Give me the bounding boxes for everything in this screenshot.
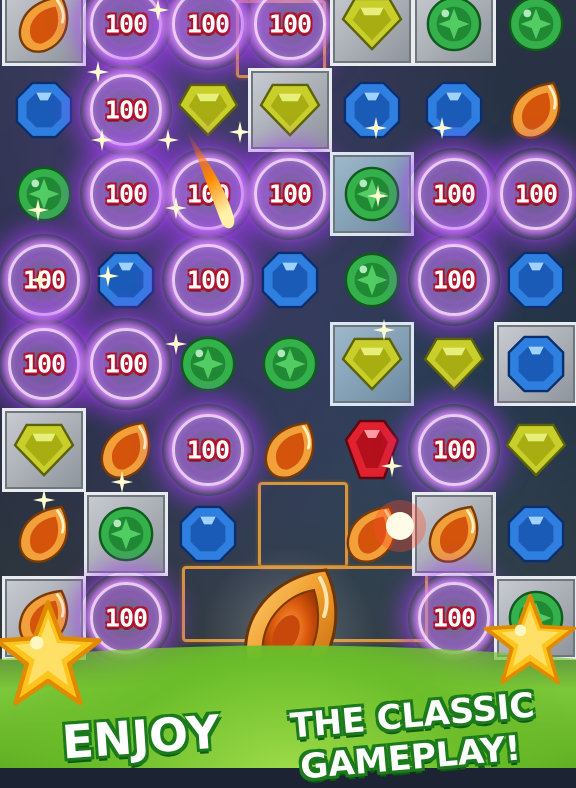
green-round-gem[interactable] <box>425 0 483 53</box>
amber-leaf-gem[interactable] <box>507 79 565 141</box>
blue-octagon-gem[interactable] <box>260 250 320 310</box>
board-cell[interactable] <box>330 0 414 66</box>
yellow-pentagon-gem[interactable] <box>341 336 403 392</box>
board-cell[interactable] <box>84 492 168 576</box>
sparkle-icon <box>157 129 179 151</box>
board-cell[interactable] <box>494 68 576 152</box>
board-cell[interactable] <box>248 68 332 152</box>
amber-leaf-gem[interactable] <box>425 503 483 565</box>
board-cell[interactable] <box>2 408 86 492</box>
board-cell[interactable] <box>2 0 86 66</box>
sparkle-icon <box>381 455 403 477</box>
board-cell[interactable] <box>330 238 414 322</box>
score-popup: 100 <box>432 435 476 465</box>
sparkle-icon <box>29 269 51 291</box>
yellow-pentagon-gem[interactable] <box>341 0 403 52</box>
score-popup: 100 <box>268 179 312 209</box>
sparkle-icon <box>27 199 49 221</box>
blue-octagon-gem[interactable] <box>506 334 566 394</box>
board-cell[interactable] <box>248 238 332 322</box>
amber-leaf-gem[interactable] <box>15 0 73 55</box>
green-round-gem[interactable] <box>179 335 237 393</box>
board-cell[interactable] <box>2 68 86 152</box>
sparkle-icon <box>111 471 133 493</box>
green-round-gem[interactable] <box>97 505 155 563</box>
board-cell[interactable] <box>2 152 86 236</box>
sparkle-icon <box>373 319 395 341</box>
board-cell[interactable] <box>412 322 496 406</box>
score-popup: 100 <box>104 349 148 379</box>
score-popup: 100 <box>432 179 476 209</box>
sparkle-icon <box>97 265 119 287</box>
board-cell[interactable]: 100 <box>162 234 254 326</box>
board-cell[interactable]: 100 <box>408 404 500 496</box>
score-popup: 100 <box>22 349 66 379</box>
score-popup: 100 <box>104 95 148 125</box>
banner-word-enjoy: ENJOY <box>60 704 222 770</box>
sparkle-icon <box>87 61 109 83</box>
sparkle-icon <box>431 117 453 139</box>
board-cell[interactable] <box>248 408 332 492</box>
sparkle-icon <box>365 117 387 139</box>
board-cell[interactable] <box>330 322 414 406</box>
score-popup: 100 <box>186 265 230 295</box>
score-popup: 100 <box>514 179 558 209</box>
yellow-pentagon-gem[interactable] <box>13 422 75 478</box>
green-round-gem[interactable] <box>507 0 565 53</box>
board-cell[interactable]: 100 <box>408 234 500 326</box>
board-cell[interactable] <box>494 408 576 492</box>
sparkle-icon <box>165 333 187 355</box>
board-cell[interactable] <box>330 408 414 492</box>
amber-leaf-gem[interactable] <box>261 419 319 481</box>
score-popup: 100 <box>268 9 312 39</box>
board-cell[interactable]: 100 <box>490 148 576 240</box>
blue-octagon-gem[interactable] <box>506 504 566 564</box>
board-cell[interactable] <box>330 68 414 152</box>
board-cell[interactable]: 100 <box>0 318 90 410</box>
blue-octagon-gem[interactable] <box>178 504 238 564</box>
yellow-pentagon-gem[interactable] <box>259 82 321 138</box>
sparkle-icon <box>91 129 113 151</box>
board-cell[interactable]: 100 <box>408 148 500 240</box>
score-popup: 100 <box>186 435 230 465</box>
blue-octagon-gem[interactable] <box>506 250 566 310</box>
green-round-gem[interactable] <box>261 335 319 393</box>
blue-octagon-gem[interactable] <box>14 80 74 140</box>
board-cell[interactable]: 100 <box>244 0 336 70</box>
amber-leaf-gem[interactable] <box>15 503 73 565</box>
score-popup: 100 <box>104 9 148 39</box>
score-popup: 100 <box>104 603 148 633</box>
score-popup: 100 <box>186 9 230 39</box>
board-cell[interactable] <box>412 0 496 66</box>
board-cell[interactable]: 100 <box>162 404 254 496</box>
board-cell[interactable]: 100 <box>244 148 336 240</box>
board-cell[interactable] <box>412 68 496 152</box>
star-decoration-right <box>483 593 576 685</box>
score-popup: 100 <box>432 603 476 633</box>
sparkle-icon <box>367 185 389 207</box>
board-cell[interactable]: 100 <box>80 318 172 410</box>
board-cell[interactable] <box>494 492 576 576</box>
score-popup: 100 <box>104 179 148 209</box>
board-cell[interactable]: 100 <box>162 0 254 70</box>
board-cell[interactable]: 100 <box>80 148 172 240</box>
board-cell[interactable] <box>494 322 576 406</box>
board-cell[interactable] <box>494 0 576 66</box>
board-cell[interactable] <box>494 238 576 322</box>
green-round-gem[interactable] <box>343 251 401 309</box>
sparkle-icon <box>33 489 55 511</box>
sparkle-icon <box>147 0 169 21</box>
fireball-effect <box>186 130 235 229</box>
promo-banner: ENJOY THE CLASSIC GAMEPLAY! <box>0 684 576 787</box>
yellow-pentagon-gem[interactable] <box>423 336 485 392</box>
glint-effect <box>374 500 426 552</box>
yellow-pentagon-gem[interactable] <box>505 422 567 478</box>
score-popup: 100 <box>432 265 476 295</box>
board-cell[interactable] <box>248 322 332 406</box>
